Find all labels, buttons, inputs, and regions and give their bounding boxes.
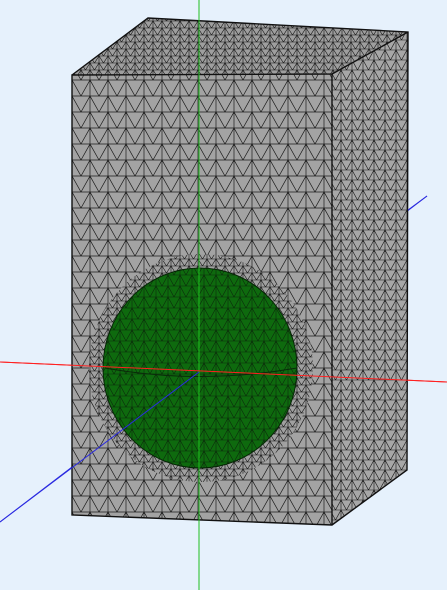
3d-viewport[interactable]	[0, 0, 447, 590]
box-side-face-mesh	[332, 32, 408, 525]
mesh-scene[interactable]	[0, 0, 447, 590]
z-axis-far	[407, 195, 428, 211]
